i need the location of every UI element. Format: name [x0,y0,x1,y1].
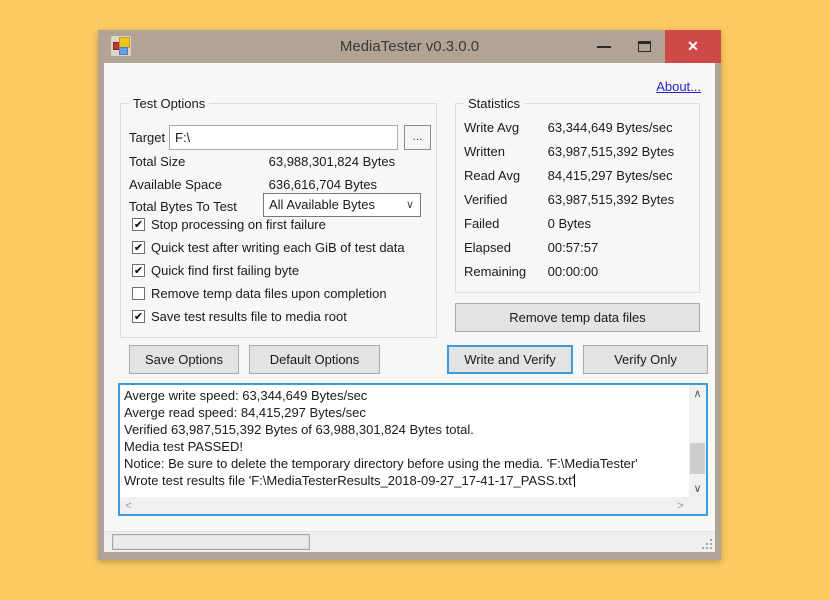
stat-value: 00:00:00 [548,264,599,279]
stat-label: Written [464,144,544,159]
stat-value: 63,344,649 Bytes/sec [548,120,673,135]
app-window: MediaTester v0.3.0.0 ✕ About... Test Opt… [98,30,721,560]
stat-value: 84,415,297 Bytes/sec [548,168,673,183]
maximize-button[interactable] [624,30,665,63]
maximize-icon [638,41,651,52]
stat-label: Elapsed [464,240,544,255]
scrollbar-corner [689,497,706,514]
scroll-down-icon[interactable]: ∨ [689,480,706,497]
stat-written: Written 63,987,515,392 Bytes [464,144,695,168]
total-bytes-label: Total Bytes To Test [129,199,237,214]
checkbox-save-results-to-media-root[interactable]: ✔ Save test results file to media root [132,309,432,332]
checkbox-list: ✔ Stop processing on first failure ✔ Qui… [132,217,432,332]
window-controls: ✕ [583,30,721,63]
stat-value: 63,987,515,392 Bytes [548,192,675,207]
stat-write-avg: Write Avg 63,344,649 Bytes/sec [464,120,695,144]
log-line: Media test PASSED! [124,438,685,455]
horizontal-scrollbar[interactable]: < > [120,497,689,514]
chevron-down-icon: ∨ [406,194,414,216]
checkbox-label: Quick test after writing each GiB of tes… [151,240,405,255]
checkbox-label: Save test results file to media root [151,309,347,324]
log-text[interactable]: Averge write speed: 63,344,649 Bytes/sec… [120,385,689,497]
test-options-group: Test Options Target F:\ ... Total Size 6… [120,103,437,338]
stat-label: Remaining [464,264,544,279]
stat-value: 63,987,515,392 Bytes [548,144,675,159]
checkbox-remove-temp-on-completion[interactable]: Remove temp data files upon completion [132,286,432,309]
stat-value: 00:57:57 [548,240,599,255]
total-bytes-dropdown[interactable]: All Available Bytes ∨ [263,193,421,217]
vertical-scrollbar-thumb[interactable] [690,443,705,474]
log-line: Wrote test results file 'F:\MediaTesterR… [124,472,685,489]
statistics-legend: Statistics [464,96,524,111]
remove-temp-files-button[interactable]: Remove temp data files [455,303,700,332]
stat-read-avg: Read Avg 84,415,297 Bytes/sec [464,168,695,192]
desktop: { "window": { "title": "MediaTester v0.3… [0,0,830,600]
log-line: Averge write speed: 63,344,649 Bytes/sec [124,387,685,404]
browse-button[interactable]: ... [404,125,431,150]
statistics-group: Statistics Write Avg 63,344,649 Bytes/se… [455,103,700,293]
log-line: Averge read speed: 84,415,297 Bytes/sec [124,404,685,421]
stat-label: Read Avg [464,168,544,183]
checkbox-icon[interactable]: ✔ [132,310,145,323]
log-line: Notice: Be sure to delete the temporary … [124,455,685,472]
stat-elapsed: Elapsed 00:57:57 [464,240,695,264]
checkbox-stop-on-failure[interactable]: ✔ Stop processing on first failure [132,217,432,240]
client-area: About... Test Options Target F:\ ... Tot… [104,63,715,552]
minimize-icon [597,46,611,48]
text-caret [574,474,575,487]
log-line-text: Wrote test results file 'F:\MediaTesterR… [124,473,574,488]
log-line: Verified 63,987,515,392 Bytes of 63,988,… [124,421,685,438]
stat-label: Write Avg [464,120,544,135]
total-size-value: 63,988,301,824 Bytes [269,154,396,169]
title-bar[interactable]: MediaTester v0.3.0.0 ✕ [98,30,721,63]
scroll-right-icon[interactable]: > [672,497,689,514]
stat-label: Failed [464,216,544,231]
about-link[interactable]: About... [656,79,701,94]
default-options-button[interactable]: Default Options [249,345,380,374]
statistics-body: Write Avg 63,344,649 Bytes/sec Written 6… [464,120,695,288]
checkbox-label: Remove temp data files upon completion [151,286,387,301]
save-options-button[interactable]: Save Options [129,345,239,374]
checkbox-quick-test-each-gib[interactable]: ✔ Quick test after writing each GiB of t… [132,240,432,263]
available-space-value: 636,616,704 Bytes [269,177,377,192]
test-options-legend: Test Options [129,96,209,111]
target-input[interactable]: F:\ [169,125,398,150]
total-bytes-selected: All Available Bytes [269,197,375,212]
total-size-label: Total Size [129,154,265,169]
checkbox-label: Quick find first failing byte [151,263,299,278]
progress-bar [112,534,310,550]
checkbox-label: Stop processing on first failure [151,217,326,232]
close-button[interactable]: ✕ [665,30,721,63]
stat-verified: Verified 63,987,515,392 Bytes [464,192,695,216]
minimize-button[interactable] [583,30,624,63]
write-and-verify-button[interactable]: Write and Verify [447,345,573,374]
stat-failed: Failed 0 Bytes [464,216,695,240]
scroll-left-icon[interactable]: < [120,497,137,514]
status-bar [104,531,715,552]
log-output[interactable]: Averge write speed: 63,344,649 Bytes/sec… [118,383,708,516]
checkbox-icon[interactable]: ✔ [132,264,145,277]
target-label: Target [129,130,165,145]
available-space-label: Available Space [129,177,265,192]
resize-grip[interactable] [700,537,712,549]
scroll-up-icon[interactable]: ∧ [689,385,706,402]
checkbox-icon[interactable]: ✔ [132,218,145,231]
checkbox-icon[interactable] [132,287,145,300]
checkbox-quick-find-first-failing-byte[interactable]: ✔ Quick find first failing byte [132,263,432,286]
verify-only-button[interactable]: Verify Only [583,345,708,374]
stat-label: Verified [464,192,544,207]
close-icon: ✕ [687,38,699,55]
target-row: Target F:\ ... [129,125,436,150]
stat-value: 0 Bytes [548,216,591,231]
total-size-row: Total Size 63,988,301,824 Bytes [129,154,430,172]
checkbox-icon[interactable]: ✔ [132,241,145,254]
vertical-scrollbar[interactable]: ∧ ∨ [689,385,706,497]
stat-remaining: Remaining 00:00:00 [464,264,695,288]
